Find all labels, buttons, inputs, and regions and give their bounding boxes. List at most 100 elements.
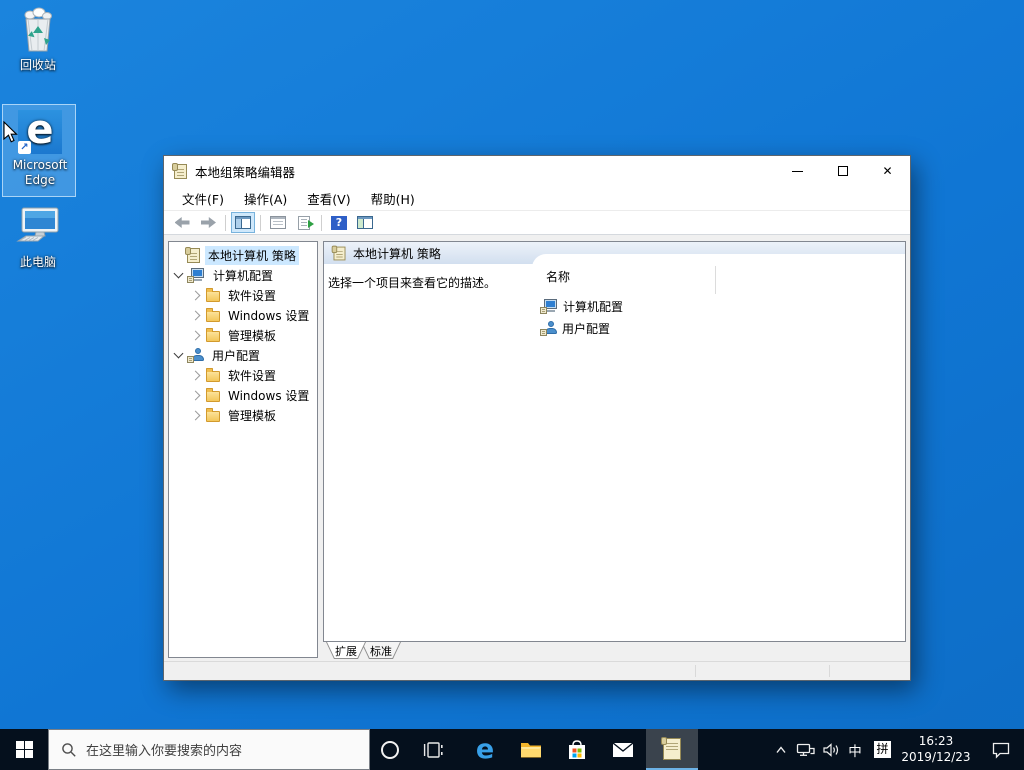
chevron-right-icon[interactable] bbox=[190, 330, 201, 340]
chevron-right-icon[interactable] bbox=[190, 290, 201, 300]
cortana-button[interactable] bbox=[370, 729, 410, 770]
tab-standard[interactable]: 标准 bbox=[361, 642, 401, 659]
tree-item-user-config[interactable]: 用户配置 bbox=[169, 345, 317, 365]
status-separator bbox=[695, 665, 696, 677]
help-icon: ? bbox=[331, 215, 347, 230]
menu-action[interactable]: 操作(A) bbox=[234, 186, 297, 210]
titlebar[interactable]: 本地组策略编辑器 ✕ bbox=[164, 156, 910, 186]
tree-item-label: Windows 设置 bbox=[228, 308, 310, 323]
recycle-bin-label: 回收站 bbox=[19, 58, 56, 72]
list-item-computer-config[interactable]: 计算机配置 bbox=[532, 295, 905, 317]
tree-item-admin-templates[interactable]: 管理模板 bbox=[169, 325, 317, 345]
gpedit-taskbar-icon bbox=[661, 736, 681, 760]
taskbar-gpedit-button[interactable] bbox=[646, 729, 698, 770]
policy-scroll-icon bbox=[331, 245, 346, 260]
action-center-button[interactable] bbox=[986, 741, 1016, 759]
gpedit-window: 本地组策略编辑器 ✕ 文件(F) 操作(A) 查看(V) 帮助(H) ? 本地计… bbox=[163, 155, 911, 681]
volume-tray-button[interactable] bbox=[818, 742, 843, 758]
folder-icon bbox=[206, 367, 220, 382]
back-button[interactable] bbox=[170, 212, 194, 233]
chevron-down-icon[interactable] bbox=[173, 268, 184, 279]
result-pane: 本地计算机 策略 选择一个项目来查看它的描述。 名称 计算机配置 用户配置 bbox=[323, 241, 906, 642]
cortana-icon bbox=[381, 740, 399, 759]
this-pc-icon bbox=[16, 207, 59, 242]
chevron-right-icon[interactable] bbox=[190, 410, 201, 420]
mail-icon bbox=[612, 741, 634, 757]
desktop: 回收站 e ↗ Microsoft Edge 此电脑 本地组策略编辑器 ✕ 文件… bbox=[0, 0, 1024, 770]
ime-mode-indicator[interactable]: 拼 bbox=[874, 741, 891, 758]
file-explorer-icon bbox=[521, 742, 541, 757]
tree-item-label: 软件设置 bbox=[228, 368, 277, 383]
store-icon bbox=[569, 739, 585, 759]
toolbar-separator bbox=[260, 214, 261, 231]
close-button[interactable]: ✕ bbox=[865, 156, 910, 186]
tab-extended[interactable]: 扩展 bbox=[326, 642, 366, 659]
search-placeholder: 在这里输入你要搜索的内容 bbox=[86, 744, 243, 759]
desktop-icon-this-pc[interactable]: 此电脑 bbox=[0, 205, 76, 270]
maximize-button[interactable] bbox=[820, 156, 865, 186]
tree-item-local-computer-policy[interactable]: 本地计算机 策略 bbox=[169, 245, 317, 265]
status-bar bbox=[164, 661, 910, 680]
window-title: 本地组策略编辑器 bbox=[195, 164, 296, 180]
taskbar-explorer-button[interactable] bbox=[508, 729, 554, 770]
user-icon bbox=[187, 348, 204, 363]
tree-item-label: 管理模板 bbox=[228, 328, 277, 343]
forward-button[interactable] bbox=[196, 212, 220, 233]
back-arrow-icon bbox=[174, 217, 190, 228]
network-tray-button[interactable] bbox=[793, 742, 818, 758]
recycle-bin-icon bbox=[24, 7, 52, 52]
extended-view-icon bbox=[357, 216, 373, 229]
ime-language-indicator[interactable]: 中 bbox=[843, 740, 867, 760]
extended-view-button[interactable] bbox=[353, 212, 377, 233]
taskbar-store-button[interactable] bbox=[554, 729, 600, 770]
chevron-right-icon[interactable] bbox=[190, 370, 201, 380]
chevron-right-icon[interactable] bbox=[190, 390, 201, 400]
list-item-label: 计算机配置 bbox=[563, 299, 624, 314]
network-icon bbox=[796, 743, 815, 756]
tree-item-computer-config[interactable]: 计算机配置 bbox=[169, 265, 317, 285]
menubar: 文件(F) 操作(A) 查看(V) 帮助(H) bbox=[164, 186, 910, 211]
close-icon: ✕ bbox=[882, 164, 893, 178]
show-hidden-icons-button[interactable] bbox=[768, 744, 793, 756]
view-tab-strip: 扩展 标准 bbox=[323, 642, 906, 661]
show-console-tree-button[interactable] bbox=[231, 212, 255, 233]
taskbar-search-box[interactable]: 在这里输入你要搜索的内容 bbox=[48, 729, 370, 770]
mouse-cursor bbox=[3, 121, 18, 143]
edge-icon: e bbox=[475, 734, 495, 765]
folder-icon bbox=[206, 407, 220, 422]
description-panel: 选择一个项目来查看它的描述。 bbox=[324, 264, 532, 641]
windows-logo-icon bbox=[15, 741, 33, 758]
console-tree-pane[interactable]: 本地计算机 策略 计算机配置 软件设置 Windows 设置 管理模板 用户配置… bbox=[168, 241, 318, 658]
taskbar-edge-button[interactable]: e bbox=[462, 729, 508, 770]
tree-item-software-settings[interactable]: 软件设置 bbox=[169, 285, 317, 305]
column-header-name[interactable]: 名称 bbox=[532, 270, 905, 284]
computer-icon bbox=[187, 268, 205, 283]
tree-item-windows-settings-user[interactable]: Windows 设置 bbox=[169, 385, 317, 405]
folder-icon bbox=[206, 287, 220, 302]
column-divider[interactable] bbox=[715, 266, 716, 294]
taskbar-clock[interactable]: 16:23 2019/12/23 bbox=[898, 734, 974, 765]
list-item-user-config[interactable]: 用户配置 bbox=[532, 317, 905, 339]
chevron-down-icon[interactable] bbox=[173, 348, 184, 359]
task-view-button[interactable] bbox=[410, 729, 456, 770]
forward-arrow-icon bbox=[201, 217, 216, 228]
clock-time: 16:23 bbox=[918, 733, 954, 748]
toolbar: ? bbox=[164, 211, 910, 235]
menu-file[interactable]: 文件(F) bbox=[172, 186, 234, 210]
properties-button[interactable] bbox=[266, 212, 290, 233]
taskbar-mail-button[interactable] bbox=[600, 729, 646, 770]
properties-icon bbox=[270, 216, 286, 229]
menu-help[interactable]: 帮助(H) bbox=[361, 186, 425, 210]
desktop-icon-recycle-bin[interactable]: 回收站 bbox=[0, 6, 76, 73]
export-list-button[interactable] bbox=[292, 212, 316, 233]
help-button[interactable]: ? bbox=[327, 212, 351, 233]
console-main: 本地计算机 策略 计算机配置 软件设置 Windows 设置 管理模板 用户配置… bbox=[164, 235, 910, 661]
chevron-right-icon[interactable] bbox=[190, 310, 201, 320]
tree-item-software-settings-user[interactable]: 软件设置 bbox=[169, 365, 317, 385]
list-item-label: 用户配置 bbox=[562, 321, 611, 336]
tree-item-admin-templates-user[interactable]: 管理模板 bbox=[169, 405, 317, 425]
minimize-button[interactable] bbox=[775, 156, 820, 186]
menu-view[interactable]: 查看(V) bbox=[297, 186, 360, 210]
tree-item-windows-settings[interactable]: Windows 设置 bbox=[169, 305, 317, 325]
start-button[interactable] bbox=[0, 729, 48, 770]
